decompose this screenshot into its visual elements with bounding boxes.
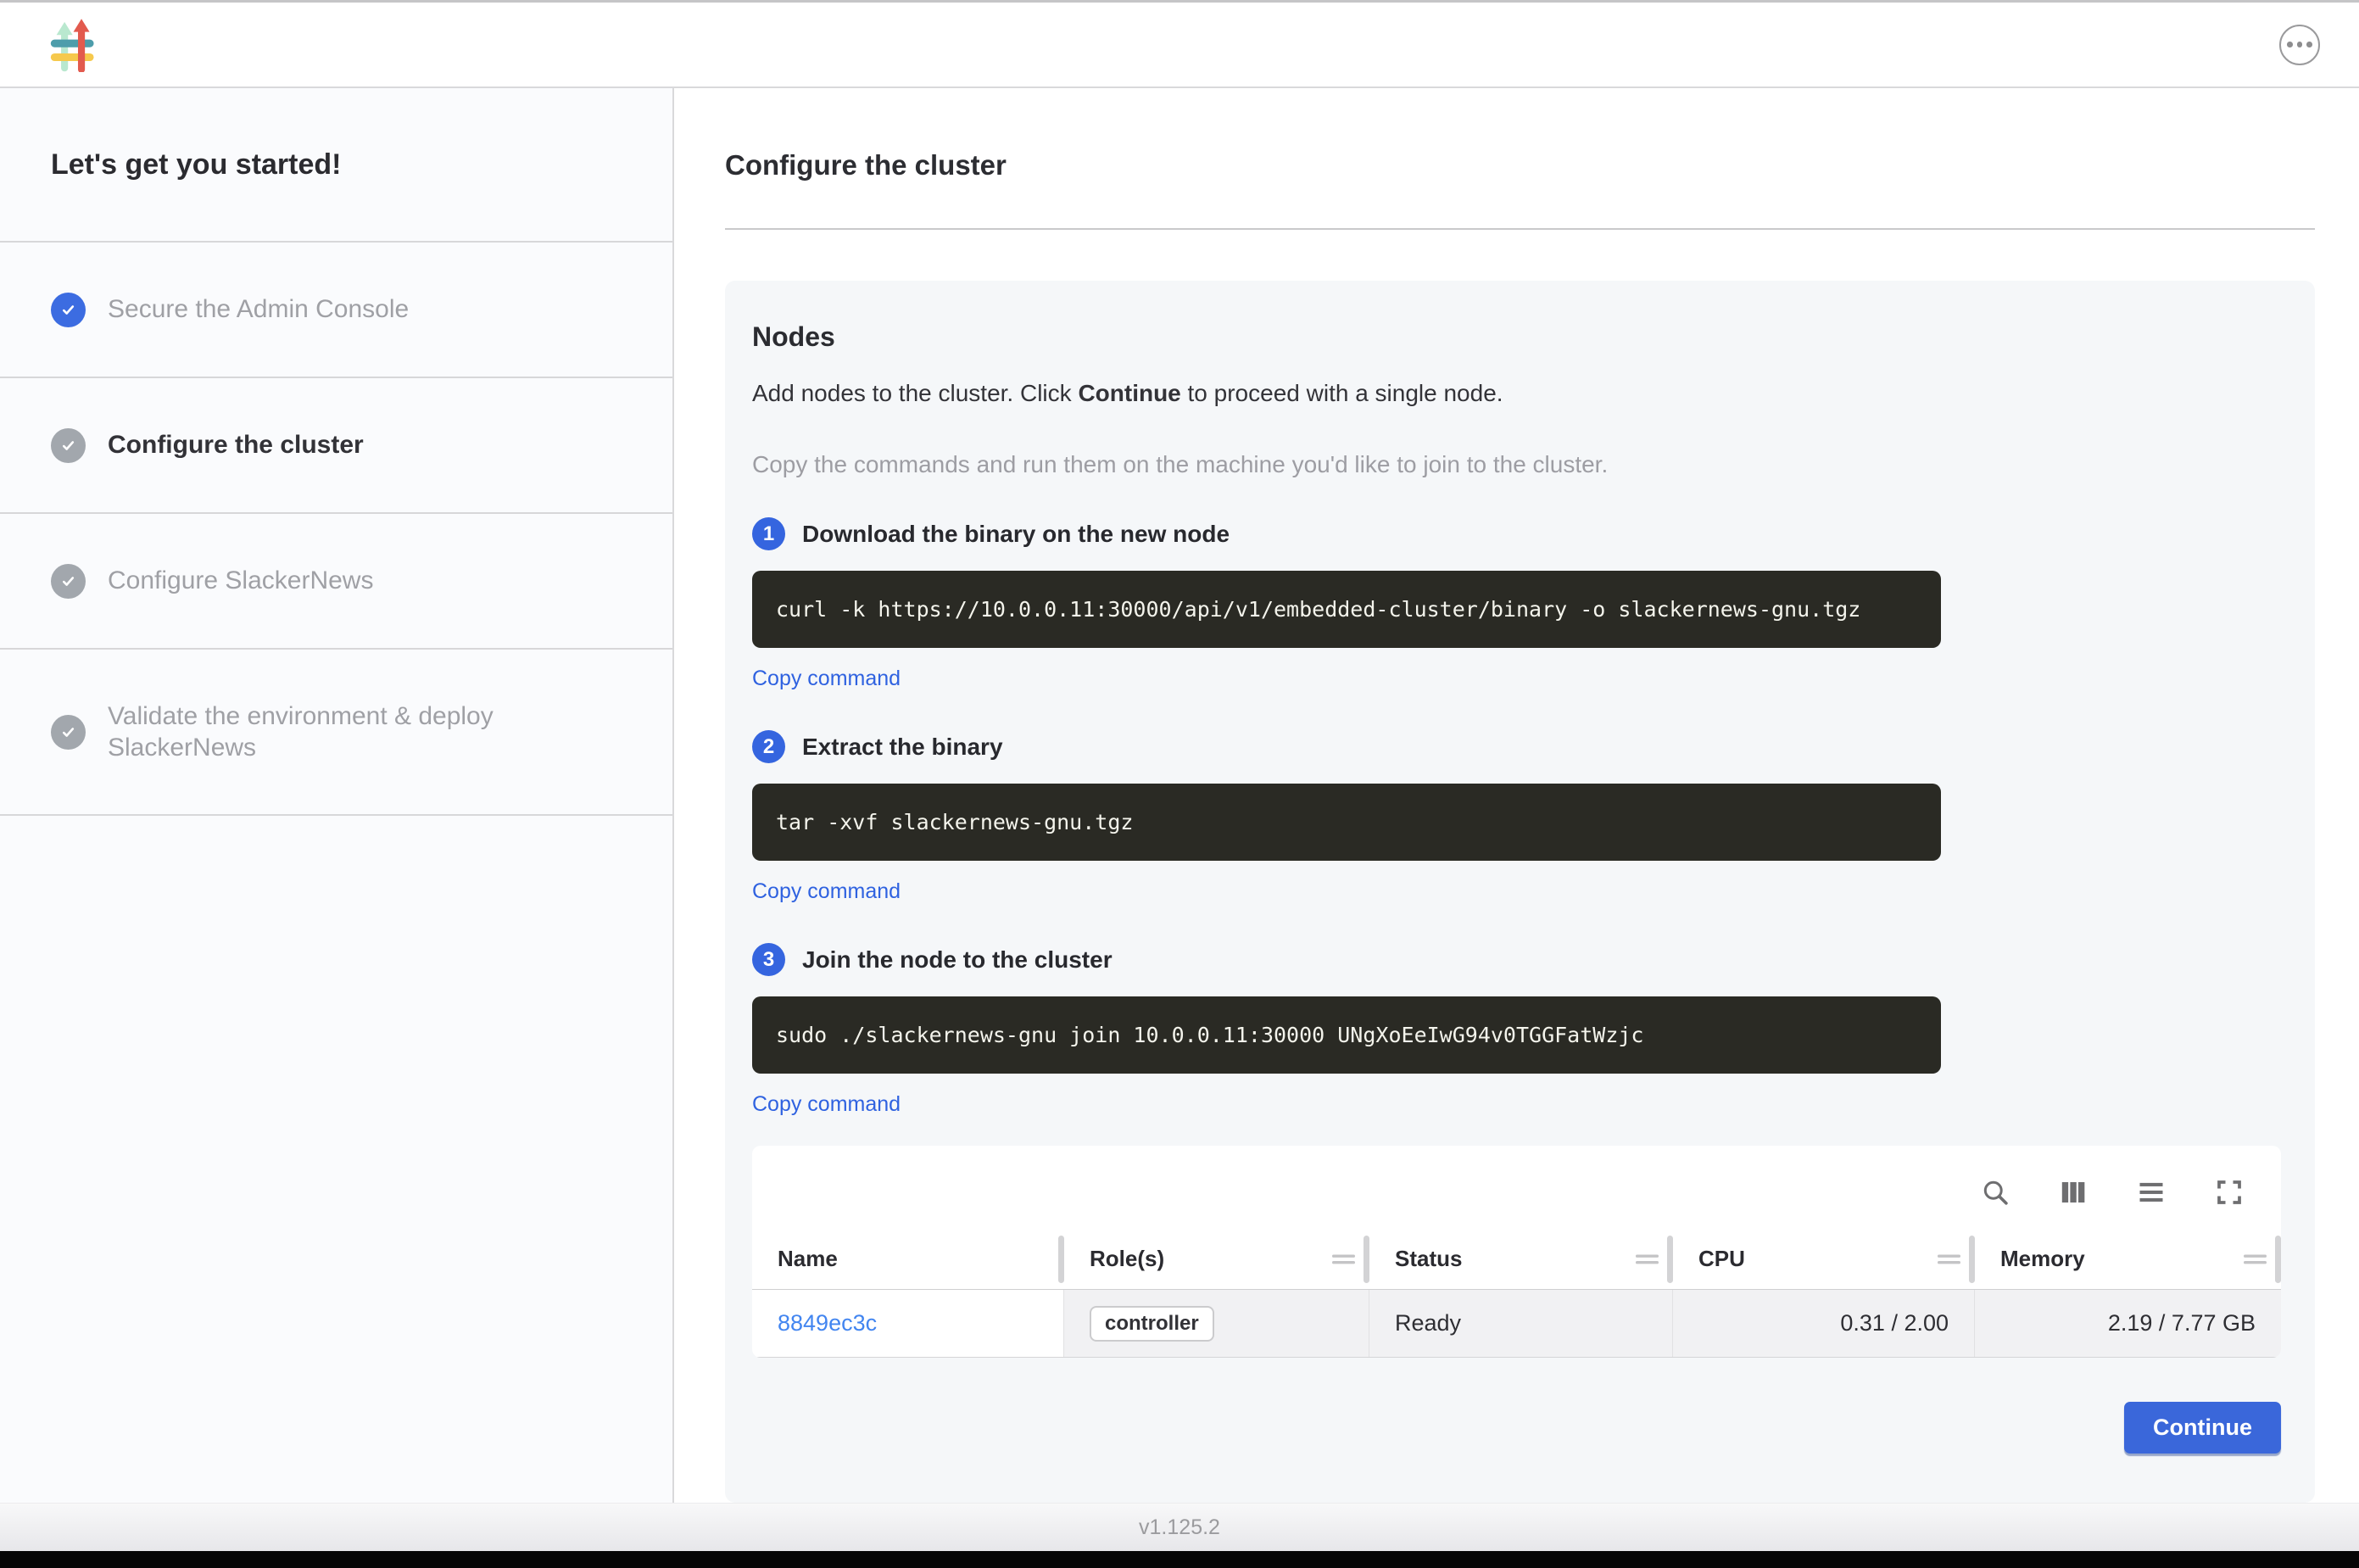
sidebar-step-configure-slackernews[interactable]: Configure SlackerNews bbox=[0, 514, 672, 650]
command-block: curl -k https://10.0.0.11:30000/api/v1/e… bbox=[752, 571, 1941, 648]
drag-handle-icon bbox=[1332, 1253, 1355, 1265]
node-status-cell: Ready bbox=[1369, 1290, 1673, 1357]
density-icon[interactable] bbox=[2135, 1176, 2167, 1208]
slackernews-logo bbox=[49, 18, 98, 72]
command-block: sudo ./slackernews-gnu join 10.0.0.11:30… bbox=[752, 996, 1941, 1074]
search-icon[interactable] bbox=[1979, 1176, 2011, 1208]
node-cpu-cell: 0.31 / 2.00 bbox=[1673, 1290, 1975, 1357]
ellipsis-icon bbox=[2287, 42, 2293, 47]
copy-command-link[interactable]: Copy command bbox=[752, 1092, 901, 1117]
check-icon bbox=[51, 293, 86, 327]
node-name-cell: 8849ec3c bbox=[752, 1290, 1064, 1357]
main-content: Configure the cluster Nodes Add nodes to… bbox=[674, 88, 2359, 1503]
step-title: Download the binary on the new node bbox=[802, 521, 1230, 548]
getting-started-page: Let's get you started! Secure the Admin … bbox=[0, 0, 2359, 1568]
table-header-row: Name Role(s) Status bbox=[752, 1229, 2281, 1290]
view-columns-icon[interactable] bbox=[2057, 1176, 2089, 1208]
command-block: tar -xvf slackernews-gnu.tgz bbox=[752, 784, 1941, 861]
table-toolbar bbox=[752, 1146, 2281, 1229]
nodes-heading: Nodes bbox=[752, 321, 2281, 353]
version-label: v1.125.2 bbox=[1139, 1515, 1220, 1540]
sidebar-title: Let's get you started! bbox=[0, 88, 672, 243]
join-step-1: 1 Download the binary on the new node cu… bbox=[752, 517, 2281, 691]
sidebar-step-label: Secure the Admin Console bbox=[108, 293, 409, 326]
step-title: Join the node to the cluster bbox=[802, 946, 1113, 974]
join-step-2: 2 Extract the binary tar -xvf slackernew… bbox=[752, 730, 2281, 904]
drag-handle-icon bbox=[2244, 1253, 2267, 1265]
node-roles-cell: controller bbox=[1064, 1290, 1369, 1357]
step-number-badge: 2 bbox=[752, 730, 785, 763]
column-resize-handle[interactable] bbox=[1938, 1236, 1975, 1283]
column-resize-handle[interactable] bbox=[1332, 1236, 1369, 1283]
nodes-table-card: Name Role(s) Status bbox=[752, 1146, 2281, 1358]
copy-command-link[interactable]: Copy command bbox=[752, 879, 901, 904]
table-row: 8849ec3c controller Ready 0.31 / 2.00 2.… bbox=[752, 1290, 2281, 1358]
setup-sidebar: Let's get you started! Secure the Admin … bbox=[0, 88, 674, 1503]
column-resize-handle[interactable] bbox=[1636, 1236, 1673, 1283]
nodes-card: Nodes Add nodes to the cluster. Click Co… bbox=[725, 281, 2315, 1503]
app-footer: v1.125.2 bbox=[0, 1503, 2359, 1551]
column-header-name[interactable]: Name bbox=[752, 1229, 1064, 1289]
check-icon bbox=[51, 715, 86, 750]
sidebar-step-validate-deploy[interactable]: Validate the environment & deploy Slacke… bbox=[0, 650, 672, 816]
column-resize-handle[interactable] bbox=[1058, 1236, 1064, 1283]
column-resize-handle[interactable] bbox=[2244, 1236, 2281, 1283]
bottom-bar bbox=[0, 1551, 2359, 1568]
copy-command-link[interactable]: Copy command bbox=[752, 667, 901, 691]
copy-instructions: Copy the commands and run them on the ma… bbox=[752, 451, 2281, 478]
sidebar-step-configure-cluster[interactable]: Configure the cluster bbox=[0, 378, 672, 514]
more-menu-button[interactable] bbox=[2279, 25, 2320, 65]
fullscreen-icon[interactable] bbox=[2213, 1176, 2245, 1208]
role-chip: controller bbox=[1090, 1306, 1214, 1342]
step-title: Extract the binary bbox=[802, 734, 1003, 761]
sidebar-step-label: Configure SlackerNews bbox=[108, 565, 373, 597]
step-number-badge: 3 bbox=[752, 943, 785, 976]
join-step-3: 3 Join the node to the cluster sudo ./sl… bbox=[752, 943, 2281, 1117]
step-number-badge: 1 bbox=[752, 517, 785, 550]
column-header-status[interactable]: Status bbox=[1369, 1229, 1673, 1289]
check-icon bbox=[51, 428, 86, 463]
column-header-memory[interactable]: Memory bbox=[1975, 1229, 2281, 1289]
column-header-cpu[interactable]: CPU bbox=[1673, 1229, 1975, 1289]
continue-button[interactable]: Continue bbox=[2124, 1402, 2281, 1454]
drag-handle-icon bbox=[1636, 1253, 1659, 1265]
sidebar-step-secure-admin-console[interactable]: Secure the Admin Console bbox=[0, 243, 672, 378]
page-title: Configure the cluster bbox=[725, 149, 2315, 181]
title-divider bbox=[725, 228, 2315, 230]
sidebar-step-label: Validate the environment & deploy Slacke… bbox=[108, 700, 591, 764]
check-icon bbox=[51, 564, 86, 599]
node-memory-cell: 2.19 / 7.77 GB bbox=[1975, 1290, 2281, 1357]
nodes-intro: Add nodes to the cluster. Click Continue… bbox=[752, 380, 2281, 407]
sidebar-step-label: Configure the cluster bbox=[108, 429, 364, 461]
drag-handle-icon bbox=[1938, 1253, 1960, 1265]
column-header-roles[interactable]: Role(s) bbox=[1064, 1229, 1369, 1289]
app-header bbox=[0, 3, 2359, 88]
node-name-link[interactable]: 8849ec3c bbox=[778, 1310, 877, 1336]
